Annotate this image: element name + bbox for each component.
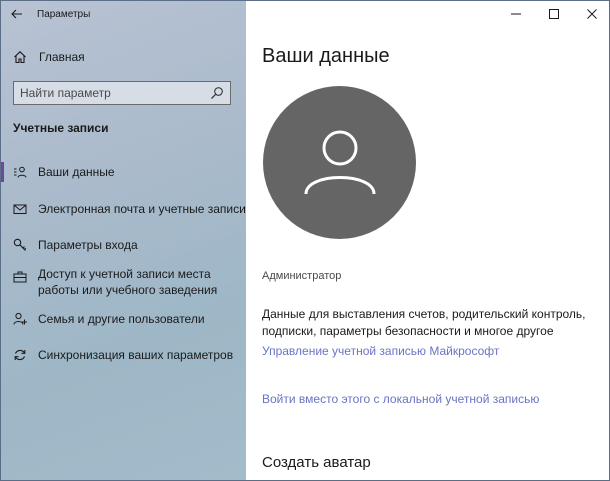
app-title: Параметры: [37, 8, 91, 20]
sync-icon: [14, 349, 26, 361]
title-bar: Параметры: [1, 1, 246, 27]
main-content: Ваши данные Администратор Данные для выс…: [246, 1, 609, 480]
sidebar-item-label: Электронная почта и учетные записи: [38, 202, 246, 216]
sidebar-item-email-accounts[interactable]: Электронная почта и учетные записи: [1, 201, 246, 217]
mail-icon: [13, 204, 27, 214]
maximize-icon: [549, 9, 559, 19]
close-icon: [587, 9, 597, 19]
manage-microsoft-account-link[interactable]: Управление учетной записью Майкрософт: [262, 344, 499, 358]
sidebar-item-sync-settings[interactable]: Синхронизация ваших параметров: [1, 347, 246, 363]
sidebar-item-label: Главная: [39, 50, 85, 64]
sidebar: Параметры Главная Учетные записи Ваши да: [1, 1, 246, 480]
local-account-sign-in-link[interactable]: Войти вместо этого с локальной учетной з…: [262, 392, 539, 406]
sidebar-item-sign-in-options[interactable]: Параметры входа: [1, 237, 246, 253]
sidebar-item-your-info[interactable]: Ваши данные: [1, 162, 246, 182]
search-box[interactable]: [13, 81, 231, 105]
home-icon: [14, 51, 26, 64]
search-input[interactable]: [14, 86, 210, 100]
window-controls: [497, 1, 609, 27]
close-button[interactable]: [573, 1, 609, 27]
sidebar-item-family-users[interactable]: Семья и другие пользователи: [1, 311, 246, 327]
sidebar-item-work-school-access[interactable]: Доступ к учетной записи места работы или…: [1, 266, 246, 298]
sidebar-item-home[interactable]: Главная: [1, 45, 246, 69]
page-title: Ваши данные: [262, 45, 390, 67]
sidebar-item-label: Семья и другие пользователи: [38, 312, 205, 326]
settings-window: Параметры Главная Учетные записи Ваши да: [0, 0, 610, 481]
section-title: Учетные записи: [13, 121, 109, 135]
minimize-button[interactable]: [497, 1, 535, 27]
key-icon: [13, 238, 27, 251]
person-add-icon: [13, 312, 27, 325]
back-button[interactable]: [1, 1, 33, 27]
user-silhouette-icon: [304, 130, 375, 194]
sidebar-item-label: Синхронизация ваших параметров: [38, 348, 234, 362]
sidebar-item-label: Ваши данные: [38, 165, 115, 179]
avatar: [263, 86, 416, 239]
minimize-icon: [511, 13, 521, 15]
active-indicator: [1, 162, 4, 182]
sidebar-item-label: Параметры входа: [38, 238, 138, 252]
person-card-icon: [14, 166, 27, 178]
create-avatar-heading: Создать аватар: [262, 454, 371, 471]
search-icon[interactable]: [210, 86, 224, 100]
back-arrow-icon: [11, 9, 22, 19]
briefcase-icon: [13, 271, 27, 283]
sidebar-item-label: Доступ к учетной записи места работы или…: [38, 267, 218, 297]
account-description: Данные для выставления счетов, родительс…: [262, 307, 586, 338]
account-type-label: Администратор: [262, 270, 342, 282]
maximize-button[interactable]: [535, 1, 573, 27]
